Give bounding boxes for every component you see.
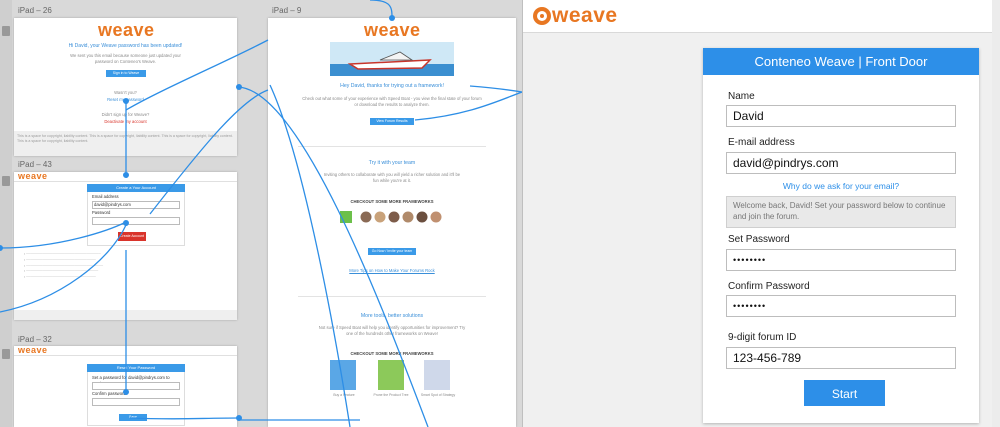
- confirm-password-label: Confirm Password: [728, 281, 810, 292]
- email-label: E-mail address: [728, 137, 795, 148]
- connector-handle[interactable]: [123, 98, 129, 104]
- start-button[interactable]: Start: [804, 380, 885, 406]
- weave-logo-icon: [533, 7, 551, 25]
- welcome-notice: Welcome back, David! Set your password b…: [726, 196, 956, 228]
- connector-handle[interactable]: [123, 172, 129, 178]
- name-label: Name: [728, 91, 755, 102]
- set-password-input[interactable]: ••••••••: [726, 249, 956, 271]
- weave-logo: weave: [533, 4, 618, 28]
- app-header: weave: [523, 0, 1000, 33]
- card-title: Conteneo Weave | Front Door: [703, 48, 979, 75]
- scrollbar[interactable]: [992, 0, 1000, 427]
- forum-id-label: 9-digit forum ID: [728, 332, 797, 343]
- weave-logo-text: weave: [552, 4, 618, 27]
- forum-id-input[interactable]: 123-456-789: [726, 347, 956, 369]
- email-input[interactable]: david@pindrys.com: [726, 152, 956, 174]
- confirm-password-input[interactable]: ••••••••: [726, 295, 956, 317]
- connector-handle[interactable]: [236, 415, 242, 421]
- flow-connectors: [0, 0, 522, 427]
- connector-handle[interactable]: [123, 220, 129, 226]
- set-password-label: Set Password: [728, 234, 790, 245]
- prototype-canvas[interactable]: iPad – 26 iPad – 9 iPad – 43 iPad – 32 w…: [0, 0, 522, 427]
- front-door-card: Conteneo Weave | Front Door Name David E…: [703, 48, 979, 423]
- name-input[interactable]: David: [726, 105, 956, 127]
- connector-handle[interactable]: [236, 84, 242, 90]
- why-email-link[interactable]: Why do we ask for your email?: [703, 181, 979, 191]
- connector-handle[interactable]: [123, 389, 129, 395]
- preview-panel: weave Conteneo Weave | Front Door Name D…: [522, 0, 1000, 427]
- connector-handle[interactable]: [389, 15, 395, 21]
